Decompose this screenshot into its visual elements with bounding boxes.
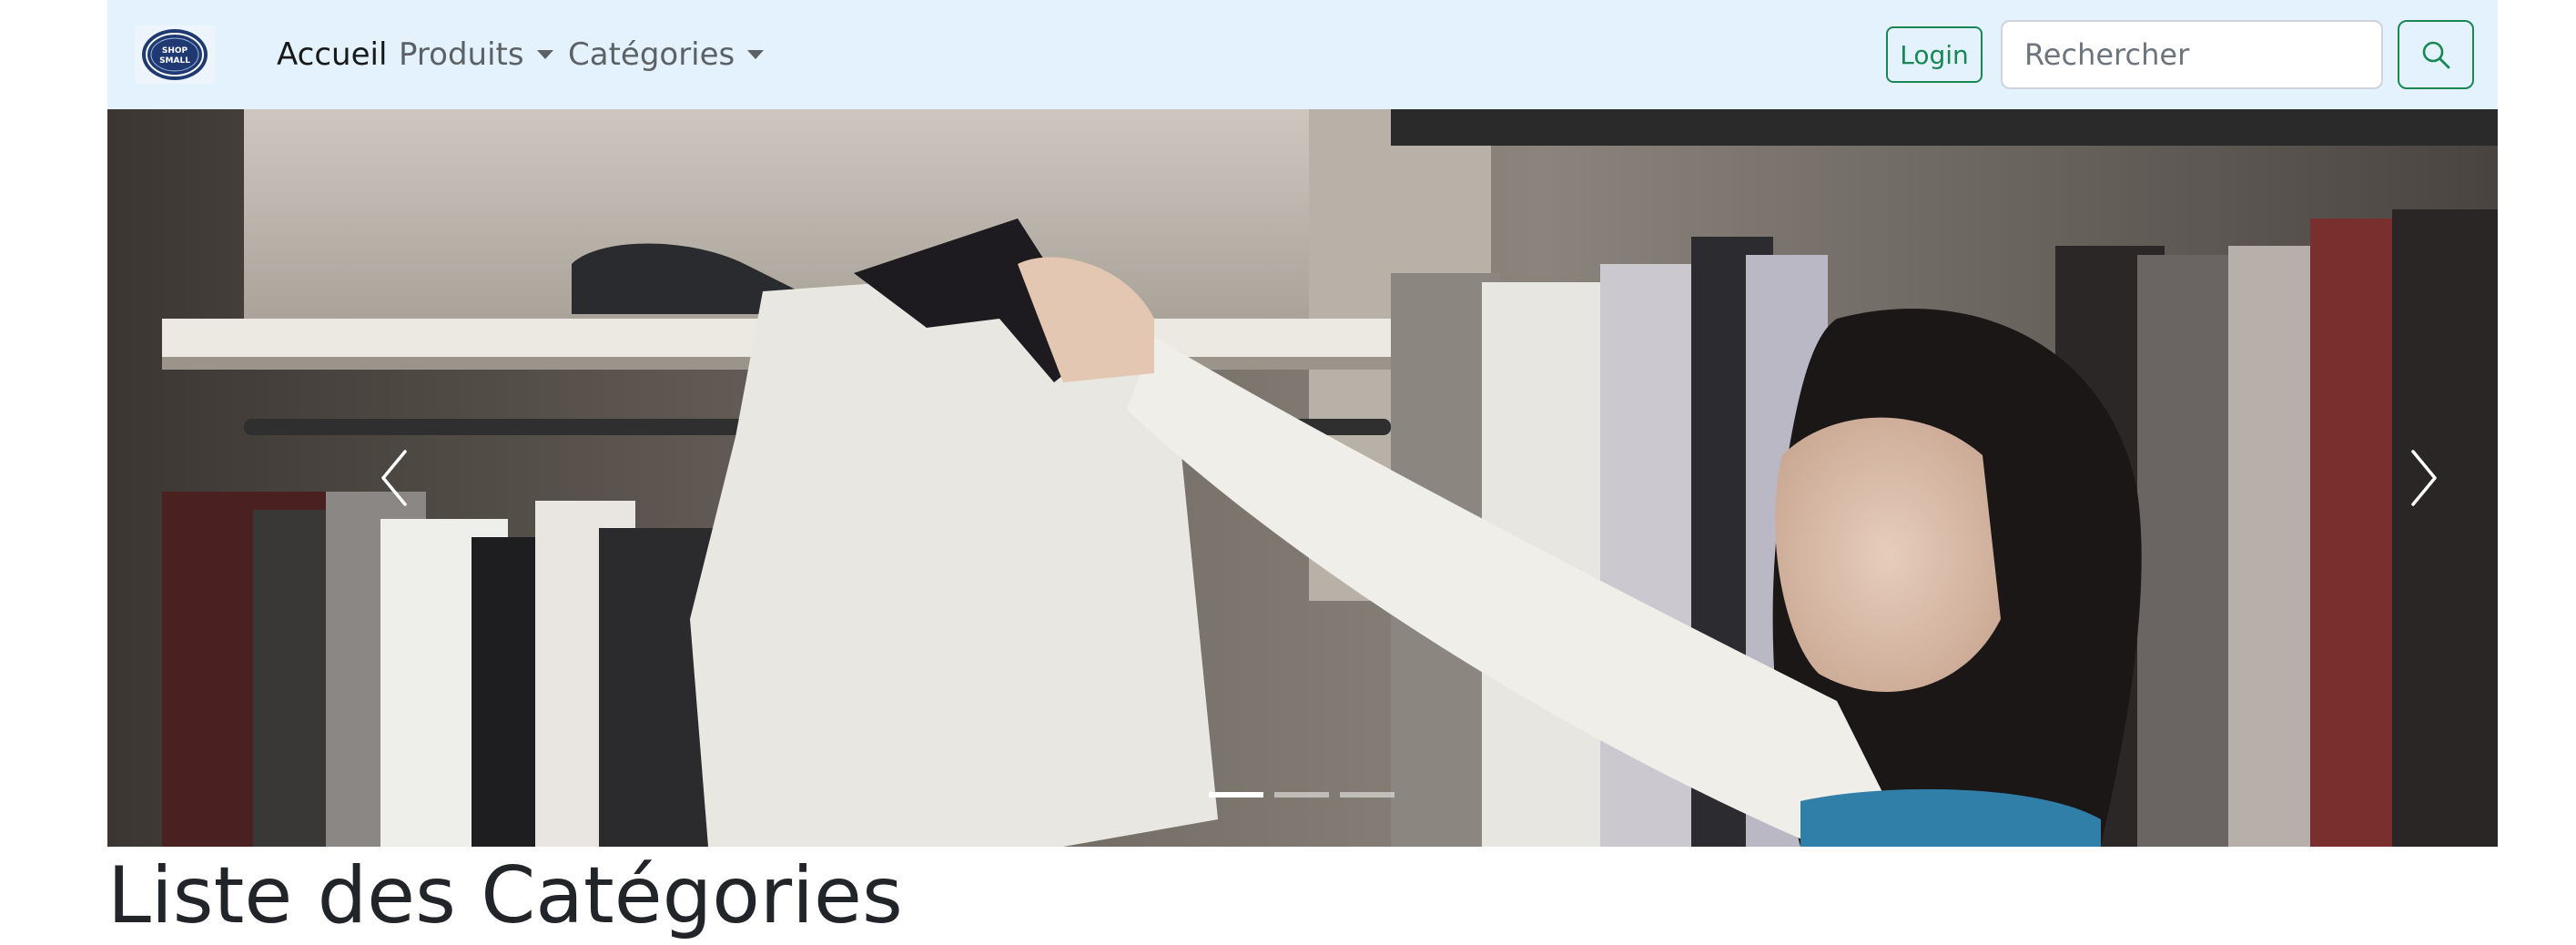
search-button[interactable] bbox=[2398, 20, 2474, 89]
nav-link-accueil[interactable]: Accueil bbox=[277, 31, 387, 78]
carousel-indicators bbox=[1209, 792, 1394, 798]
carousel-next-button[interactable] bbox=[2383, 437, 2465, 519]
login-button[interactable]: Login bbox=[1886, 26, 1983, 83]
chevron-right-icon bbox=[2411, 450, 2437, 506]
chevron-left-icon bbox=[381, 450, 407, 506]
search-icon bbox=[2422, 41, 2450, 69]
caret-down-icon bbox=[747, 50, 765, 59]
carousel-indicator-3[interactable] bbox=[1340, 792, 1394, 798]
page-container: SHOP SMALL Accueil Produits Catégories L… bbox=[107, 0, 2498, 945]
nav-dropdown-categories[interactable]: Catégories bbox=[568, 31, 765, 78]
nav-dropdown-categories-label: Catégories bbox=[568, 36, 735, 73]
hero-carousel bbox=[107, 109, 2498, 847]
shop-small-logo-icon: SHOP SMALL bbox=[142, 29, 208, 80]
brand-logo[interactable]: SHOP SMALL bbox=[135, 25, 215, 84]
navbar: SHOP SMALL Accueil Produits Catégories L… bbox=[107, 0, 2498, 109]
nav-dropdown-produits[interactable]: Produits bbox=[399, 31, 553, 78]
carousel-slide-active bbox=[107, 109, 2498, 847]
nav-dropdown-produits-label: Produits bbox=[399, 36, 524, 73]
logo-line-1: SHOP bbox=[162, 46, 188, 56]
page-title: Liste des Catégories bbox=[107, 850, 903, 941]
carousel-indicator-2[interactable] bbox=[1274, 792, 1329, 798]
carousel-indicator-1[interactable] bbox=[1209, 792, 1263, 798]
carousel-prev-button[interactable] bbox=[353, 437, 435, 519]
search-input[interactable] bbox=[2001, 20, 2383, 89]
hero-image bbox=[107, 109, 2498, 847]
logo-line-2: SMALL bbox=[159, 56, 190, 66]
caret-down-icon bbox=[536, 50, 553, 59]
